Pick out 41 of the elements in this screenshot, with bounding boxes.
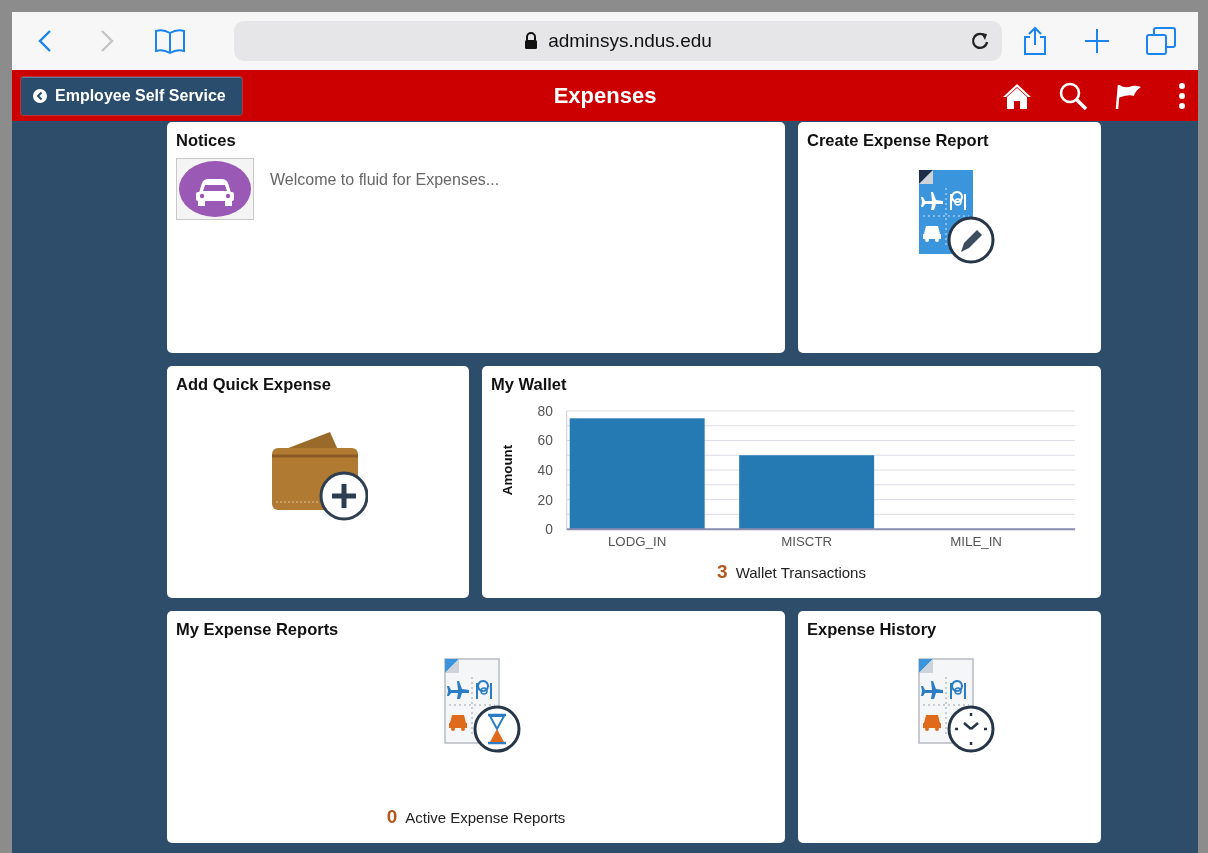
new-tab-icon[interactable] xyxy=(1084,28,1110,54)
y-tick-label: 20 xyxy=(537,492,554,508)
tile[interactable]: My Expense Reports 0 Active Expense Reports xyxy=(167,611,785,843)
back-button[interactable]: Employee Self Service xyxy=(20,75,243,116)
count-label: Active Expense Reports xyxy=(405,807,566,828)
page-title: Expenses xyxy=(553,82,657,110)
home-icon[interactable] xyxy=(1002,81,1032,110)
book-icon[interactable] xyxy=(154,28,186,54)
tile[interactable]: Notices Welcome to fluid for Expenses... xyxy=(167,122,785,353)
count-label: Wallet Transactions xyxy=(735,562,866,583)
x-axis-label: MISCTR xyxy=(781,533,833,549)
y-axis-title: Amount xyxy=(499,444,515,496)
x-axis-label: MILE_IN xyxy=(950,533,1002,549)
y-tick-label: 80 xyxy=(537,403,554,419)
tile[interactable]: Create Expense Report xyxy=(798,122,1101,353)
tabs-icon[interactable] xyxy=(1146,27,1176,55)
y-tick-label: 60 xyxy=(537,433,554,449)
more-icon[interactable] xyxy=(1178,81,1186,110)
y-axis: 0 20 40 60 80 xyxy=(537,403,568,538)
share-icon[interactable] xyxy=(1022,26,1048,56)
reload-icon[interactable] xyxy=(970,31,990,51)
y-tick-label: 0 xyxy=(545,522,554,538)
count: 0 xyxy=(386,804,398,829)
tile-title: My Expense Reports xyxy=(176,619,340,639)
tile-title: Add Quick Expense xyxy=(176,374,332,394)
x-axis-label: LODG_IN xyxy=(608,533,667,549)
tile-title: My Wallet xyxy=(491,374,568,394)
url-text: adminsys.ndus.edu xyxy=(548,28,712,53)
tile[interactable]: Expense History xyxy=(798,611,1101,843)
tile-title: Expense History xyxy=(807,619,938,639)
lock-icon xyxy=(524,32,539,50)
address-bar[interactable]: adminsys.ndus.edu xyxy=(234,21,1002,61)
y-tick-label: 40 xyxy=(537,462,554,478)
tile-title: Notices xyxy=(176,130,237,150)
tile[interactable]: Add Quick Expense xyxy=(167,366,469,598)
car-icon xyxy=(176,158,254,220)
search-icon[interactable] xyxy=(1058,80,1088,111)
tile-title: Create Expense Report xyxy=(807,130,990,150)
notice-text[interactable]: Welcome to fluid for Expenses... xyxy=(270,168,500,192)
back-icon[interactable] xyxy=(38,29,52,53)
count: 3 xyxy=(717,559,728,584)
